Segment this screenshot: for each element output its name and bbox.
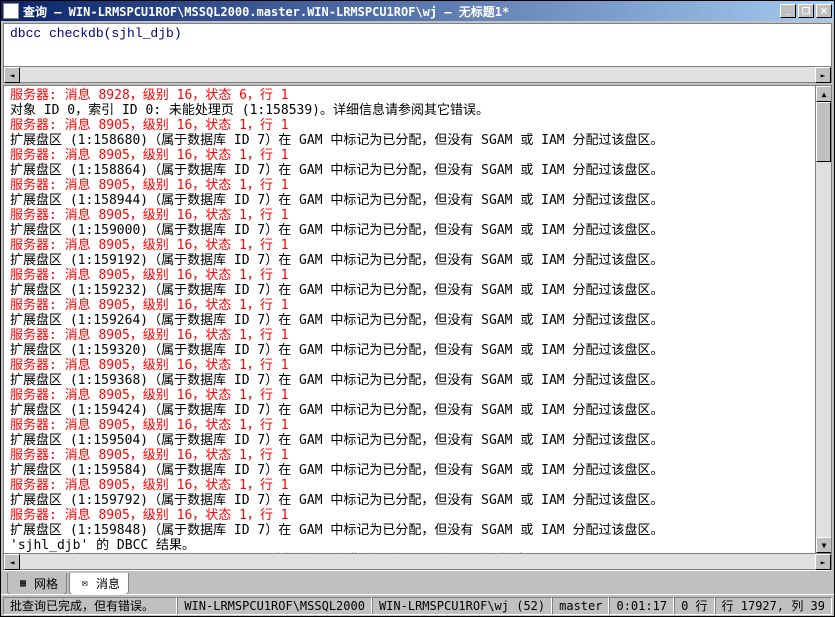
result-line: 服务器: 消息 8905，级别 16，状态 1，行 1 [10, 328, 809, 343]
result-line: 对象 ID 0，索引 ID 0: 未能处理页 (1:158539)。详细信息请参… [10, 103, 809, 118]
results-tabbar: ▦ 网格 ✉ 消息 [3, 570, 832, 594]
result-line: 服务器: 消息 8928，级别 16，状态 6，行 1 [10, 88, 809, 103]
result-line: 服务器: 消息 8905，级别 16，状态 1，行 1 [10, 238, 809, 253]
result-line: 服务器: 消息 8905，级别 16，状态 1，行 1 [10, 268, 809, 283]
window-controls: _ ❐ ✕ [780, 4, 832, 18]
result-line: 扩展盘区 (1:158680)（属于数据库 ID 7）在 GAM 中标记为已分配… [10, 133, 809, 148]
result-line: 服务器: 消息 8905，级别 16，状态 1，行 1 [10, 208, 809, 223]
result-line: 服务器: 消息 8905，级别 16，状态 1，行 1 [10, 148, 809, 163]
messages-icon: ✉ [78, 577, 92, 591]
statusbar: 批查询已完成，但有错误。 WIN-LRMSPCU1ROF\MSSQL2000 W… [1, 594, 834, 616]
scroll-left-icon[interactable]: ◄ [4, 67, 20, 83]
result-line: 服务器: 消息 8905，级别 16，状态 1，行 1 [10, 118, 809, 133]
window-title: 查询 — WIN-LRMSPCU1ROF\MSSQL2000.master.WI… [23, 3, 780, 20]
titlebar: ▦ 查询 — WIN-LRMSPCU1ROF\MSSQL2000.master.… [1, 1, 834, 21]
scroll-right-icon[interactable]: ► [815, 67, 831, 83]
status-server: WIN-LRMSPCU1ROF\MSSQL2000 [177, 597, 372, 615]
tab-messages-label: 消息 [96, 575, 120, 592]
status-user: WIN-LRMSPCU1ROF\wj (52) [372, 597, 552, 615]
vscroll-thumb[interactable] [816, 102, 831, 162]
result-line: 服务器: 消息 8905，级别 16，状态 1，行 1 [10, 418, 809, 433]
tab-grid[interactable]: ▦ 网格 [7, 573, 67, 595]
minimize-button[interactable]: _ [780, 4, 796, 18]
result-line: 扩展盘区 (1:159504)（属于数据库 ID 7）在 GAM 中标记为已分配… [10, 433, 809, 448]
scroll-left-icon[interactable]: ◄ [4, 554, 20, 570]
result-line: 服务器: 消息 8905，级别 16，状态 1，行 1 [10, 298, 809, 313]
hscroll-track[interactable] [20, 67, 815, 82]
result-line: 扩展盘区 (1:159584)（属于数据库 ID 7）在 GAM 中标记为已分配… [10, 463, 809, 478]
status-database: master [552, 597, 609, 615]
result-line: 服务器: 消息 8905，级别 16，状态 1，行 1 [10, 388, 809, 403]
app-icon: ▦ [3, 3, 19, 19]
query-hscrollbar[interactable]: ◄ ► [4, 66, 831, 82]
status-position: 行 17927, 列 39 [715, 597, 832, 615]
result-line: 服务器: 消息 8905，级别 16，状态 1，行 1 [10, 478, 809, 493]
result-line: 服务器: 消息 8905，级别 16，状态 1，行 1 [10, 178, 809, 193]
maximize-button[interactable]: ❐ [798, 4, 814, 18]
result-line: 'sjhl_djb' 的 DBCC 结果。 [10, 538, 809, 553]
result-line: 服务器: 消息 8905，级别 16，状态 1，行 1 [10, 508, 809, 523]
tab-grid-label: 网格 [34, 575, 58, 592]
app-window: ▦ 查询 — WIN-LRMSPCU1ROF\MSSQL2000.master.… [0, 0, 835, 617]
query-editor-pane: dbcc checkdb(sjhl_djb) ◄ ► [3, 23, 832, 83]
status-message: 批查询已完成，但有错误。 [3, 597, 177, 615]
vscroll-track[interactable] [816, 102, 831, 537]
result-line: 扩展盘区 (1:159232)（属于数据库 ID 7）在 GAM 中标记为已分配… [10, 283, 809, 298]
result-line: 扩展盘区 (1:159000)（属于数据库 ID 7）在 GAM 中标记为已分配… [10, 223, 809, 238]
scroll-down-icon[interactable]: ▼ [816, 537, 832, 553]
result-line: 扩展盘区 (1:159320)（属于数据库 ID 7）在 GAM 中标记为已分配… [10, 343, 809, 358]
tab-messages[interactable]: ✉ 消息 [69, 573, 129, 595]
hscroll-track[interactable] [20, 554, 815, 569]
query-editor[interactable]: dbcc checkdb(sjhl_djb) [4, 24, 831, 66]
result-line: 扩展盘区 (1:159848)（属于数据库 ID 7）在 GAM 中标记为已分配… [10, 523, 809, 538]
scroll-right-icon[interactable]: ► [815, 554, 831, 570]
result-line: 扩展盘区 (1:159264)（属于数据库 ID 7）在 GAM 中标记为已分配… [10, 313, 809, 328]
result-line: 扩展盘区 (1:159792)（属于数据库 ID 7）在 GAM 中标记为已分配… [10, 493, 809, 508]
close-button[interactable]: ✕ [816, 4, 832, 18]
status-rows: 0 行 [674, 597, 714, 615]
result-line: 扩展盘区 (1:159368)（属于数据库 ID 7）在 GAM 中标记为已分配… [10, 373, 809, 388]
result-line: 扩展盘区 (1:159192)（属于数据库 ID 7）在 GAM 中标记为已分配… [10, 253, 809, 268]
result-line: 服务器: 消息 8905，级别 16，状态 1，行 1 [10, 358, 809, 373]
results-pane: 服务器: 消息 8928，级别 16，状态 6，行 1对象 ID 0，索引 ID… [3, 85, 832, 554]
result-line: 扩展盘区 (1:158944)（属于数据库 ID 7）在 GAM 中标记为已分配… [10, 193, 809, 208]
results-hscrollbar[interactable]: ◄ ► [3, 554, 832, 570]
grid-icon: ▦ [16, 577, 30, 591]
status-time: 0:01:17 [609, 597, 674, 615]
result-line: 服务器: 消息 8905，级别 16，状态 1，行 1 [10, 448, 809, 463]
result-line: 扩展盘区 (1:159424)（属于数据库 ID 7）在 GAM 中标记为已分配… [10, 403, 809, 418]
scroll-up-icon[interactable]: ▲ [816, 86, 832, 102]
results-messages[interactable]: 服务器: 消息 8928，级别 16，状态 6，行 1对象 ID 0，索引 ID… [4, 86, 815, 553]
result-line: 扩展盘区 (1:158864)（属于数据库 ID 7）在 GAM 中标记为已分配… [10, 163, 809, 178]
results-vscrollbar[interactable]: ▲ ▼ [815, 86, 831, 553]
